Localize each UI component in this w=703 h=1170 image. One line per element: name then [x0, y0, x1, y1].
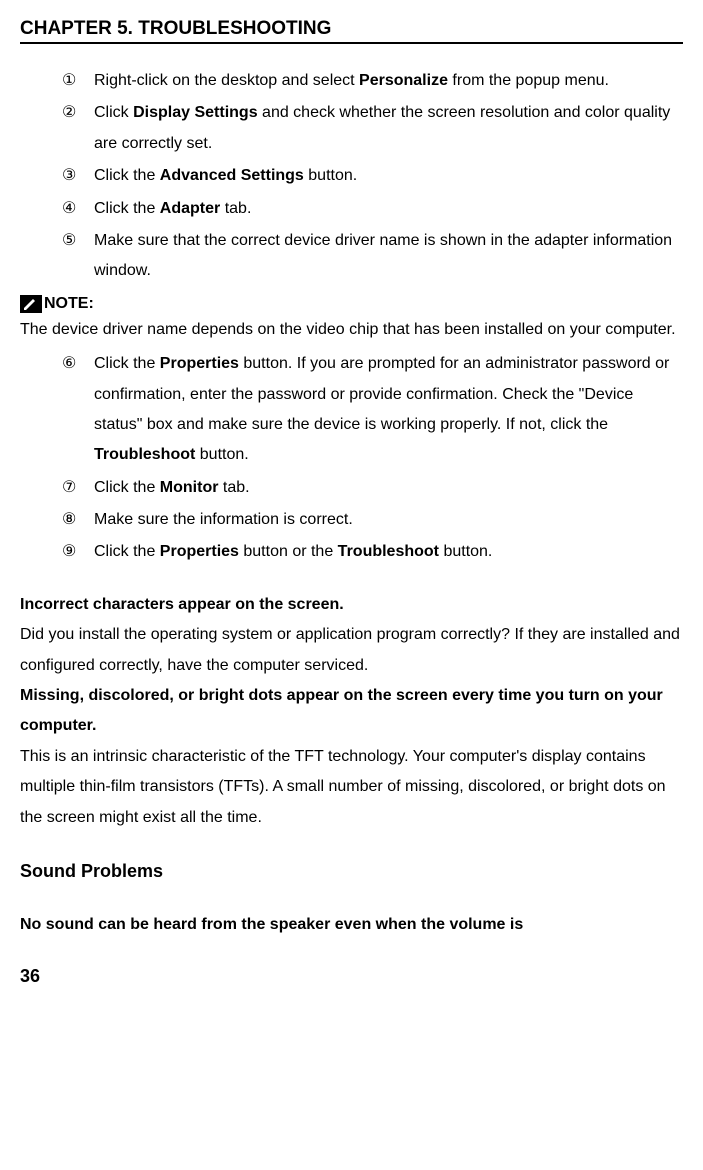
list-item: ④ Click the Adapter tab.	[62, 194, 683, 224]
seg: tab.	[218, 479, 249, 496]
note-header: NOTE:	[20, 295, 683, 313]
list-item: ⑤ Make sure that the correct device driv…	[62, 226, 683, 287]
list-item: ③ Click the Advanced Settings button.	[62, 161, 683, 191]
note-label: NOTE:	[44, 295, 94, 313]
list-marker: ⑥	[62, 349, 94, 379]
seg-bold: Monitor	[160, 479, 219, 496]
seg: button or the	[239, 543, 338, 560]
issue-heading: Incorrect characters appear on the scree…	[20, 590, 683, 620]
seg-bold: Properties	[160, 543, 239, 560]
list-item: ⑧ Make sure the information is correct.	[62, 505, 683, 535]
list-item: ⑨ Click the Properties button or the Tro…	[62, 537, 683, 567]
list-text: Click the Properties button or the Troub…	[94, 537, 683, 567]
seg: Click the	[94, 479, 160, 496]
text-bold: Display Settings	[133, 104, 257, 121]
text-pre: Click	[94, 104, 133, 121]
list-marker: ②	[62, 98, 94, 128]
list-marker: ⑧	[62, 505, 94, 535]
list-text: Click the Properties button. If you are …	[94, 349, 683, 471]
issue-heading: No sound can be heard from the speaker e…	[20, 910, 683, 940]
seg: Click the	[94, 355, 160, 372]
list-marker: ③	[62, 161, 94, 191]
list-marker: ⑦	[62, 473, 94, 503]
list-marker: ⑤	[62, 226, 94, 256]
page-number: 36	[20, 966, 683, 987]
text-pre: Make sure that the correct device driver…	[94, 232, 672, 279]
text-pre: Right-click on the desktop and select	[94, 72, 359, 89]
list-text: Click Display Settings and check whether…	[94, 98, 683, 159]
instruction-list-2: ⑥ Click the Properties button. If you ar…	[20, 349, 683, 568]
section-title: Sound Problems	[20, 861, 683, 882]
chapter-header: CHAPTER 5. TROUBLESHOOTING	[20, 18, 683, 44]
issue-heading: Missing, discolored, or bright dots appe…	[20, 681, 683, 742]
seg-bold: Troubleshoot	[94, 446, 195, 463]
seg: Make sure the information is correct.	[94, 511, 353, 528]
list-marker: ④	[62, 194, 94, 224]
list-item: ⑥ Click the Properties button. If you ar…	[62, 349, 683, 471]
list-text: Click the Monitor tab.	[94, 473, 683, 503]
list-text: Click the Adapter tab.	[94, 194, 683, 224]
seg: button.	[195, 446, 248, 463]
list-text: Make sure that the correct device driver…	[94, 226, 683, 287]
text-post: tab.	[220, 200, 251, 217]
list-marker: ⑨	[62, 537, 94, 567]
seg: Click the	[94, 543, 160, 560]
issue-block: Incorrect characters appear on the scree…	[20, 590, 683, 833]
seg-bold: Properties	[160, 355, 239, 372]
pencil-note-icon	[20, 295, 42, 313]
seg: button.	[439, 543, 492, 560]
seg-bold: Troubleshoot	[338, 543, 439, 560]
text-post: from the popup menu.	[448, 72, 609, 89]
list-marker: ①	[62, 66, 94, 96]
list-text: Right-click on the desktop and select Pe…	[94, 66, 683, 96]
issue-body: Did you install the operating system or …	[20, 620, 683, 681]
text-bold: Personalize	[359, 72, 448, 89]
text-bold: Adapter	[160, 200, 220, 217]
instruction-list-1: ① Right-click on the desktop and select …	[20, 66, 683, 287]
document-page: CHAPTER 5. TROUBLESHOOTING ① Right-click…	[0, 0, 703, 1007]
list-text: Make sure the information is correct.	[94, 505, 683, 535]
list-item: ② Click Display Settings and check wheth…	[62, 98, 683, 159]
list-text: Click the Advanced Settings button.	[94, 161, 683, 191]
list-item: ⑦ Click the Monitor tab.	[62, 473, 683, 503]
text-pre: Click the	[94, 200, 160, 217]
text-post: button.	[304, 167, 357, 184]
text-bold: Advanced Settings	[160, 167, 304, 184]
issue-body: This is an intrinsic characteristic of t…	[20, 742, 683, 833]
note-body: The device driver name depends on the vi…	[20, 315, 683, 345]
text-pre: Click the	[94, 167, 160, 184]
list-item: ① Right-click on the desktop and select …	[62, 66, 683, 96]
